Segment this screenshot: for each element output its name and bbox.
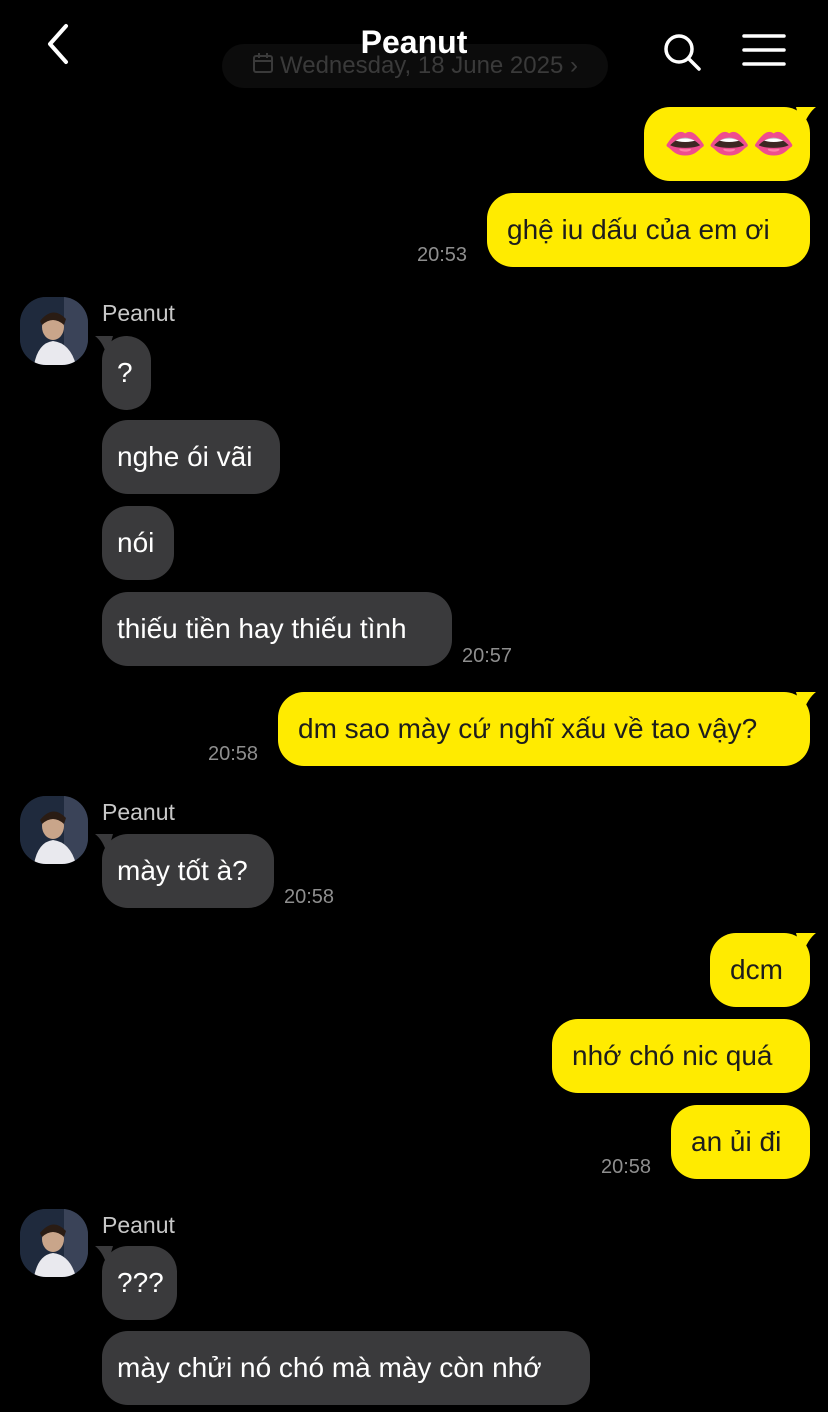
message-timestamp: 20:58 bbox=[601, 1156, 652, 1178]
message-text: an ủi đi bbox=[691, 1126, 782, 1157]
message-text: mày tốt à? bbox=[117, 855, 248, 886]
menu-icon bbox=[742, 34, 786, 72]
outgoing-message[interactable]: dm sao mày cứ nghĩ xấu về tao vậy? bbox=[278, 692, 810, 766]
message-text: nói bbox=[117, 527, 155, 558]
menu-button[interactable] bbox=[742, 32, 786, 68]
outgoing-message[interactable]: 👄👄👄 bbox=[644, 107, 810, 181]
message-text: dm sao mày cứ nghĩ xấu về tao vậy? bbox=[298, 713, 758, 744]
message-text: thiếu tiền hay thiếu tình bbox=[117, 613, 407, 644]
outgoing-message[interactable]: nhớ chó nic quá bbox=[552, 1019, 810, 1093]
message-timestamp: 20:58 bbox=[208, 743, 259, 765]
incoming-message[interactable]: nghe ói vãi bbox=[102, 420, 280, 494]
outgoing-message[interactable]: an ủi đi bbox=[671, 1105, 810, 1179]
outgoing-message[interactable]: ghệ iu dấu của em ơi bbox=[487, 193, 810, 267]
message-text: ghệ iu dấu của em ơi bbox=[507, 214, 770, 245]
incoming-message[interactable]: nói bbox=[102, 506, 174, 580]
bubble-tail bbox=[796, 692, 816, 714]
chat-header: Wednesday, 18 June 2025 › Peanut bbox=[0, 0, 828, 96]
message-text: mày chửi nó chó mà mày còn nhớ bbox=[117, 1352, 542, 1383]
avatar[interactable] bbox=[20, 297, 88, 365]
sender-name: Peanut bbox=[102, 1212, 175, 1238]
incoming-message[interactable]: thiếu tiền hay thiếu tình bbox=[102, 592, 452, 666]
incoming-message[interactable]: ? bbox=[102, 336, 151, 410]
message-text: ??? bbox=[117, 1267, 164, 1298]
message-text: nhớ chó nic quá bbox=[572, 1040, 773, 1071]
search-icon bbox=[660, 34, 704, 78]
outgoing-message[interactable]: dcm bbox=[710, 933, 810, 1007]
sender-name: Peanut bbox=[102, 799, 175, 825]
bubble-tail bbox=[796, 107, 816, 129]
message-text: dcm bbox=[730, 954, 783, 985]
sender-name: Peanut bbox=[102, 300, 175, 326]
message-timestamp: 20:58 bbox=[284, 886, 335, 908]
search-button[interactable] bbox=[660, 30, 704, 74]
avatar[interactable] bbox=[20, 1209, 88, 1277]
bubble-tail bbox=[796, 933, 816, 955]
incoming-message[interactable]: ??? bbox=[102, 1246, 177, 1320]
message-text: ? bbox=[117, 357, 133, 388]
incoming-message[interactable]: mày tốt à? bbox=[102, 834, 274, 908]
message-text: 👄👄👄 bbox=[664, 125, 798, 163]
message-text: nghe ói vãi bbox=[117, 441, 253, 472]
message-timestamp: 20:57 bbox=[462, 645, 513, 667]
avatar[interactable] bbox=[20, 796, 88, 864]
incoming-message[interactable]: mày chửi nó chó mà mày còn nhớ bbox=[102, 1331, 590, 1405]
message-timestamp: 20:53 bbox=[417, 244, 468, 266]
